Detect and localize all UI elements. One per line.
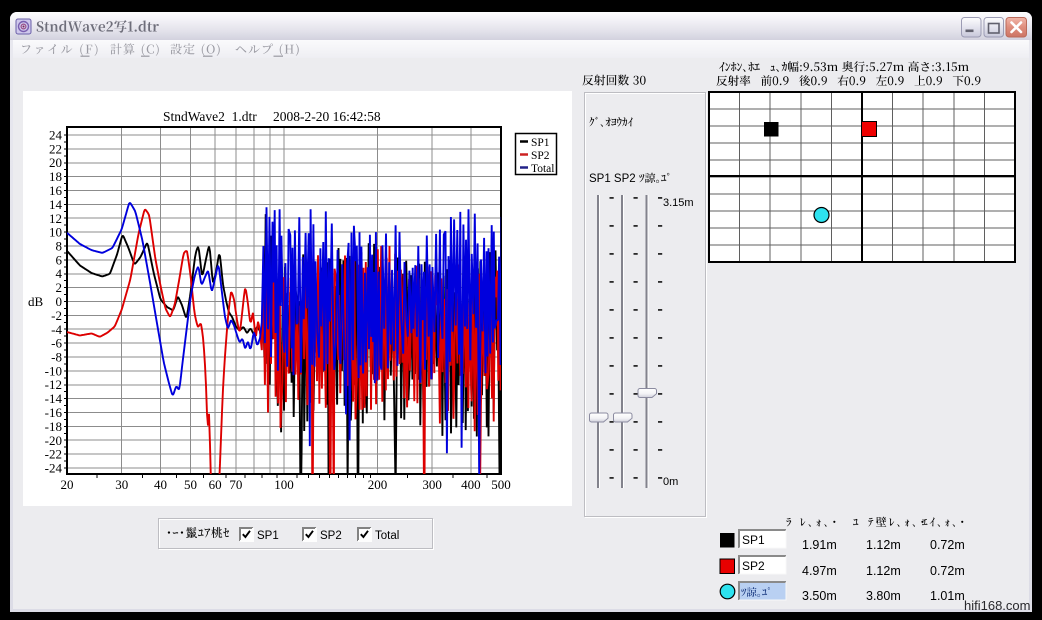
svg-text:-16: -16 — [45, 405, 63, 420]
svg-text:2008-2-20 16:42:58: 2008-2-20 16:42:58 — [273, 109, 381, 124]
svg-text:0.72m: 0.72m — [930, 564, 965, 578]
svg-text:60: 60 — [209, 477, 222, 492]
svg-text:0: 0 — [56, 294, 63, 309]
svg-text:12: 12 — [49, 211, 62, 226]
svg-text:hifi168.com: hifi168.com — [964, 598, 1030, 613]
svg-text:1.12m: 1.12m — [866, 538, 901, 552]
svg-text:200: 200 — [368, 477, 388, 492]
svg-text:3.50m: 3.50m — [802, 589, 837, 603]
svg-text:50: 50 — [184, 477, 197, 492]
svg-text:-12: -12 — [45, 377, 62, 392]
svg-text:-4: -4 — [51, 322, 62, 337]
svg-text:StndWave2 1.dtr: StndWave2 1.dtr — [163, 109, 257, 124]
svg-text:dB: dB — [28, 294, 44, 309]
svg-text:0.72m: 0.72m — [930, 538, 965, 552]
svg-text:-22: -22 — [45, 447, 62, 462]
svg-text:500: 500 — [491, 477, 511, 492]
svg-text:6: 6 — [56, 252, 63, 267]
svg-text:4.97m: 4.97m — [802, 564, 837, 578]
svg-text:24: 24 — [49, 128, 63, 143]
svg-text:SP1: SP1 — [531, 137, 550, 149]
svg-text:8: 8 — [56, 239, 63, 254]
svg-text:SP2: SP2 — [742, 559, 765, 573]
svg-text:400: 400 — [461, 477, 481, 492]
svg-text:-20: -20 — [45, 433, 62, 448]
svg-text:70: 70 — [229, 477, 242, 492]
svg-text:0m: 0m — [663, 476, 678, 488]
svg-text:3.15m: 3.15m — [663, 197, 694, 209]
svg-text:16: 16 — [49, 183, 63, 198]
svg-text:-2: -2 — [51, 308, 62, 323]
svg-text:1.12m: 1.12m — [866, 564, 901, 578]
svg-text:1.91m: 1.91m — [802, 538, 837, 552]
svg-text:SP2: SP2 — [531, 150, 550, 162]
svg-text:3.80m: 3.80m — [866, 589, 901, 603]
svg-text:2: 2 — [56, 280, 63, 295]
svg-text:40: 40 — [154, 477, 167, 492]
svg-text:22: 22 — [49, 141, 62, 156]
svg-text:SP1 SP2: SP1 SP2 — [589, 173, 636, 185]
svg-text:30: 30 — [115, 477, 128, 492]
svg-text:SP1: SP1 — [257, 530, 279, 542]
svg-text:SP1: SP1 — [742, 533, 765, 547]
svg-text:14: 14 — [49, 197, 63, 212]
svg-text:10: 10 — [49, 225, 62, 240]
svg-text:20: 20 — [49, 155, 62, 170]
svg-text:-18: -18 — [45, 419, 62, 434]
svg-text:-8: -8 — [51, 350, 62, 365]
svg-text:Total: Total — [531, 163, 554, 175]
svg-text:100: 100 — [274, 477, 294, 492]
svg-text:-10: -10 — [45, 363, 62, 378]
svg-text:20: 20 — [61, 477, 74, 492]
svg-text:-6: -6 — [51, 336, 62, 351]
svg-text:-24: -24 — [45, 461, 63, 476]
svg-text:300: 300 — [422, 477, 442, 492]
svg-text:SP2: SP2 — [320, 530, 342, 542]
svg-text:-14: -14 — [45, 391, 63, 406]
svg-text:1.01m: 1.01m — [930, 589, 965, 603]
svg-text:4: 4 — [56, 266, 63, 281]
svg-text:Total: Total — [375, 530, 399, 542]
svg-text:18: 18 — [49, 169, 62, 184]
